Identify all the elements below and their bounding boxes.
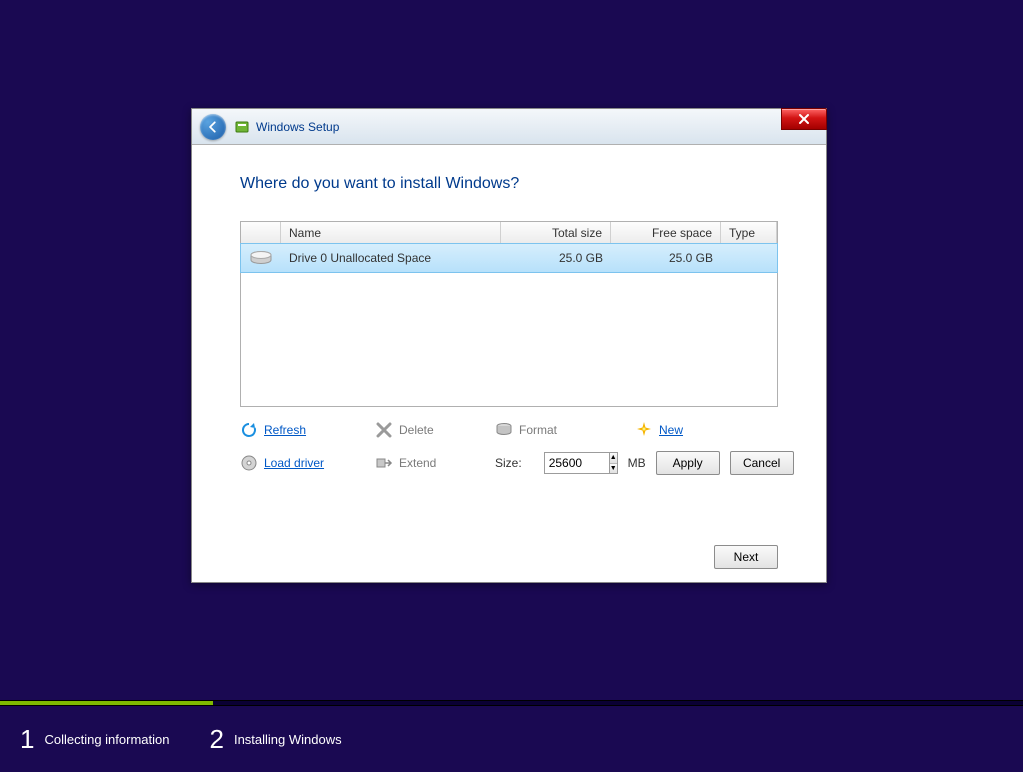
col-name[interactable]: Name [281, 222, 501, 243]
disk-icon [249, 250, 273, 266]
setup-wizard-window: Windows Setup Where do you want to insta… [191, 108, 827, 583]
extend-icon [375, 454, 393, 472]
drive-total: 25.0 GB [501, 251, 611, 265]
delete-link: Delete [375, 421, 495, 439]
titlebar: Windows Setup [192, 109, 826, 145]
window-title: Windows Setup [256, 120, 339, 134]
delete-icon [375, 421, 393, 439]
cd-icon [240, 454, 258, 472]
close-icon [797, 113, 811, 125]
wizard-body: Where do you want to install Windows? Na… [192, 145, 826, 589]
progress-strip [0, 700, 1023, 706]
drive-list: Name Total size Free space Type Drive 0 … [240, 221, 778, 407]
extend-link: Extend [375, 454, 495, 472]
step-1: 1 Collecting information [20, 724, 169, 755]
next-button[interactable]: Next [714, 545, 778, 569]
progress-step1-bar [0, 701, 213, 705]
arrow-left-icon [206, 120, 220, 134]
step-2: 2 Installing Windows [209, 724, 341, 755]
refresh-link[interactable]: Refresh [240, 421, 375, 439]
drive-actions: Refresh Delete Format New [240, 421, 778, 475]
col-icon[interactable] [241, 222, 281, 243]
setup-steps: 1 Collecting information 2 Installing Wi… [0, 714, 1023, 764]
setup-icon [234, 119, 250, 135]
drive-name: Drive 0 Unallocated Space [281, 251, 501, 265]
back-button[interactable] [200, 114, 226, 140]
col-free[interactable]: Free space [611, 222, 721, 243]
format-icon [495, 421, 513, 439]
spinner-up[interactable]: ▲ [610, 453, 617, 464]
page-heading: Where do you want to install Windows? [240, 175, 778, 193]
format-link: Format [495, 421, 635, 439]
load-driver-link[interactable]: Load driver [240, 454, 375, 472]
close-button[interactable] [781, 108, 827, 130]
new-icon [635, 421, 653, 439]
spinner-down[interactable]: ▼ [610, 464, 617, 474]
size-input[interactable] [544, 452, 610, 474]
cancel-button[interactable]: Cancel [730, 451, 794, 475]
size-row: Size: ▲ ▼ MB Apply Cancel [495, 451, 780, 475]
col-total[interactable]: Total size [501, 222, 611, 243]
size-unit: MB [628, 456, 646, 470]
col-type[interactable]: Type [721, 222, 777, 243]
drive-row[interactable]: Drive 0 Unallocated Space 25.0 GB 25.0 G… [240, 243, 778, 273]
size-label: Size: [495, 456, 522, 470]
drive-list-header: Name Total size Free space Type [241, 222, 777, 244]
drive-free: 25.0 GB [611, 251, 721, 265]
size-spinner[interactable]: ▲ ▼ [610, 452, 618, 474]
apply-button[interactable]: Apply [656, 451, 720, 475]
progress-step2-bar [213, 701, 1023, 705]
refresh-icon [240, 421, 258, 439]
new-link[interactable]: New [635, 421, 780, 439]
